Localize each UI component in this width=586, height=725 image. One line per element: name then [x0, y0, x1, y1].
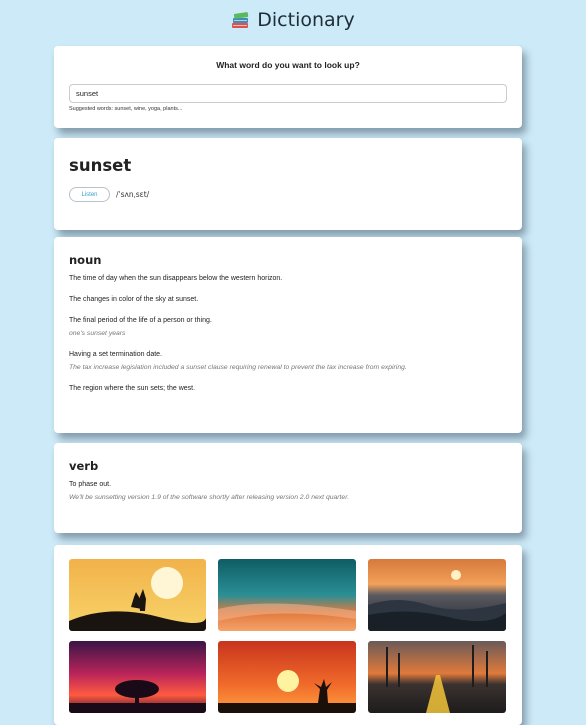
definition-example: one's sunset years — [69, 330, 126, 337]
part-of-speech-heading: noun — [69, 253, 102, 267]
app-header: Dictionary — [0, 0, 586, 40]
definition: The time of day when the sun disappears … — [69, 275, 283, 282]
verb-meaning-card: verb To phase out. We'll be sunsetting v… — [54, 443, 522, 533]
search-question: What word do you want to look up? — [216, 60, 360, 70]
pronunciation-row: Listen /ˈsʌnˌsɛt/ — [69, 187, 507, 202]
definition: To phase out. — [69, 481, 112, 488]
definition: The final period of the life of a person… — [69, 317, 212, 324]
app-title-text: Dictionary — [257, 9, 355, 31]
search-card: What word do you want to look up? Sugges… — [54, 46, 522, 128]
road-palm-trees-sunset-photo[interactable] — [368, 641, 506, 713]
orange-sun-tree-photo[interactable] — [218, 641, 356, 713]
couple-silhouette-sunset-photo[interactable] — [69, 559, 206, 631]
ocean-waves-sunset-photo[interactable] — [368, 559, 506, 631]
word-title: sunset — [69, 156, 132, 175]
photo-grid — [69, 559, 507, 713]
definition-example: We'll be sunsetting version 1.9 of the s… — [69, 494, 350, 501]
suggested-words: Suggested words: sunset, wine, yoga, pla… — [69, 106, 183, 112]
photos-card — [54, 545, 522, 725]
app-title: Dictionary — [231, 9, 355, 31]
noun-meaning-card: noun The time of day when the sun disapp… — [54, 237, 522, 433]
magenta-sky-tree-photo[interactable] — [69, 641, 206, 713]
part-of-speech-heading: verb — [69, 459, 99, 473]
teal-orange-sky-photo[interactable] — [218, 559, 356, 631]
definition: The changes in color of the sky at sunse… — [69, 296, 199, 303]
books-icon — [231, 10, 251, 30]
definition: The region where the sun sets; the west. — [69, 385, 196, 392]
listen-button[interactable]: Listen — [69, 187, 110, 202]
search-input[interactable] — [69, 84, 507, 103]
definition-example: The tax increase legislation included a … — [69, 364, 407, 371]
definition: Having a set termination date. — [69, 351, 162, 358]
word-card: sunset Listen /ˈsʌnˌsɛt/ — [54, 138, 522, 230]
phonetic-text: /ˈsʌnˌsɛt/ — [116, 190, 150, 199]
